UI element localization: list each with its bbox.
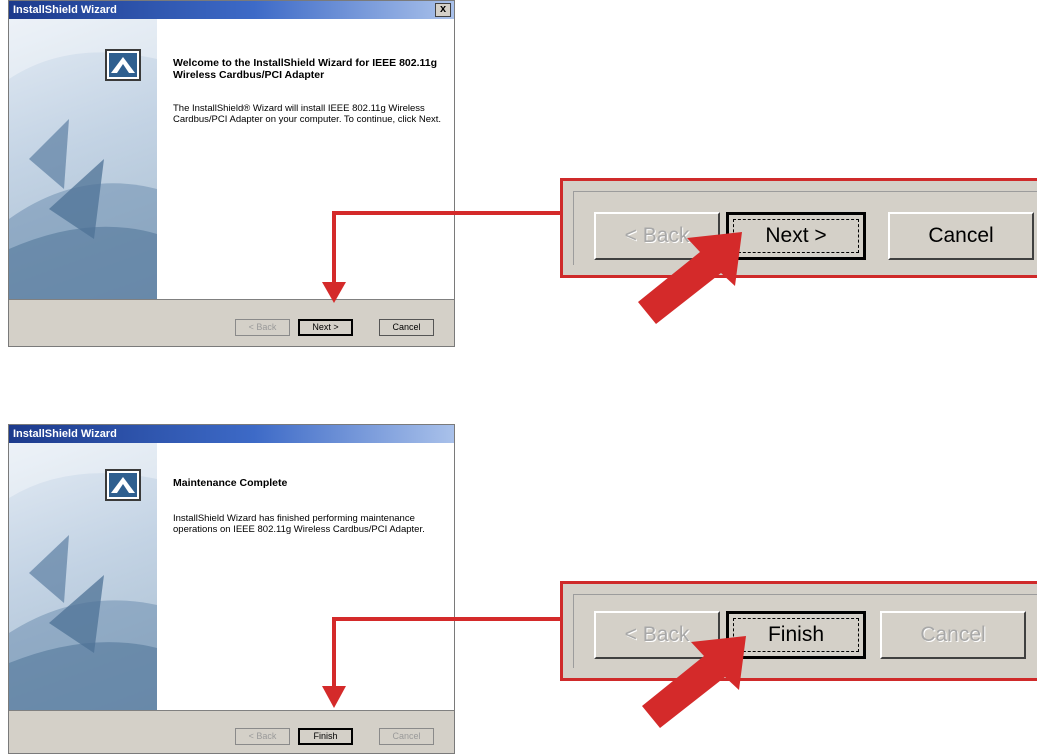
zoomed-cancel-button[interactable]: Cancel xyxy=(888,212,1034,260)
zoomed-next-label: Next > xyxy=(765,224,827,247)
window-title: InstallShield Wizard xyxy=(13,428,117,440)
zoomed-back-label: < Back xyxy=(624,224,690,247)
zoom-callout-next: < Back Next > Cancel xyxy=(560,178,1037,278)
zoomed-finish-button[interactable]: Finish xyxy=(726,611,866,659)
zoomed-back-label: < Back xyxy=(624,623,690,646)
title-bar: InstallShield Wizard x xyxy=(9,1,454,19)
next-button[interactable]: Next > xyxy=(298,319,353,336)
button-bar: < Back Next > Cancel xyxy=(9,299,454,346)
installer-computer-icon xyxy=(105,49,141,81)
wizard-description: The InstallShield® Wizard will install I… xyxy=(173,103,442,125)
title-bar: InstallShield Wizard xyxy=(9,425,454,443)
zoomed-button-bar: < Back Finish Cancel xyxy=(573,594,1037,668)
close-button[interactable]: x xyxy=(435,3,451,17)
wizard-content: Welcome to the InstallShield Wizard for … xyxy=(9,19,454,301)
wizard-heading: Welcome to the InstallShield Wizard for … xyxy=(173,57,438,81)
cancel-button[interactable]: Cancel xyxy=(379,319,434,336)
button-bar: < Back Finish Cancel xyxy=(9,710,454,753)
zoomed-cancel-button[interactable]: Cancel xyxy=(880,611,1026,659)
zoomed-back-button[interactable]: < Back xyxy=(594,212,720,260)
zoomed-back-button[interactable]: < Back xyxy=(594,611,720,659)
cancel-button[interactable]: Cancel xyxy=(379,728,434,745)
zoomed-cancel-label: Cancel xyxy=(928,224,994,247)
zoomed-button-bar: < Back Next > Cancel xyxy=(573,191,1037,265)
installer-computer-icon xyxy=(105,469,141,501)
zoomed-cancel-label: Cancel xyxy=(920,623,986,646)
finish-button[interactable]: Finish xyxy=(298,728,353,745)
zoom-callout-finish: < Back Finish Cancel xyxy=(560,581,1037,681)
zoomed-finish-label: Finish xyxy=(767,623,825,646)
window-title: InstallShield Wizard xyxy=(13,4,117,16)
wizard-window-maintenance: InstallShield Wizard Maintenance Complet… xyxy=(8,424,455,754)
wizard-window-welcome: InstallShield Wizard x Welcome to the In… xyxy=(8,0,455,347)
back-button[interactable]: < Back xyxy=(235,319,290,336)
back-button[interactable]: < Back xyxy=(235,728,290,745)
zoomed-next-button[interactable]: Next > xyxy=(726,212,866,260)
wizard-heading: Maintenance Complete xyxy=(173,477,288,489)
wizard-content: Maintenance Complete InstallShield Wizar… xyxy=(9,443,454,712)
wizard-description: InstallShield Wizard has finished perfor… xyxy=(173,513,425,535)
